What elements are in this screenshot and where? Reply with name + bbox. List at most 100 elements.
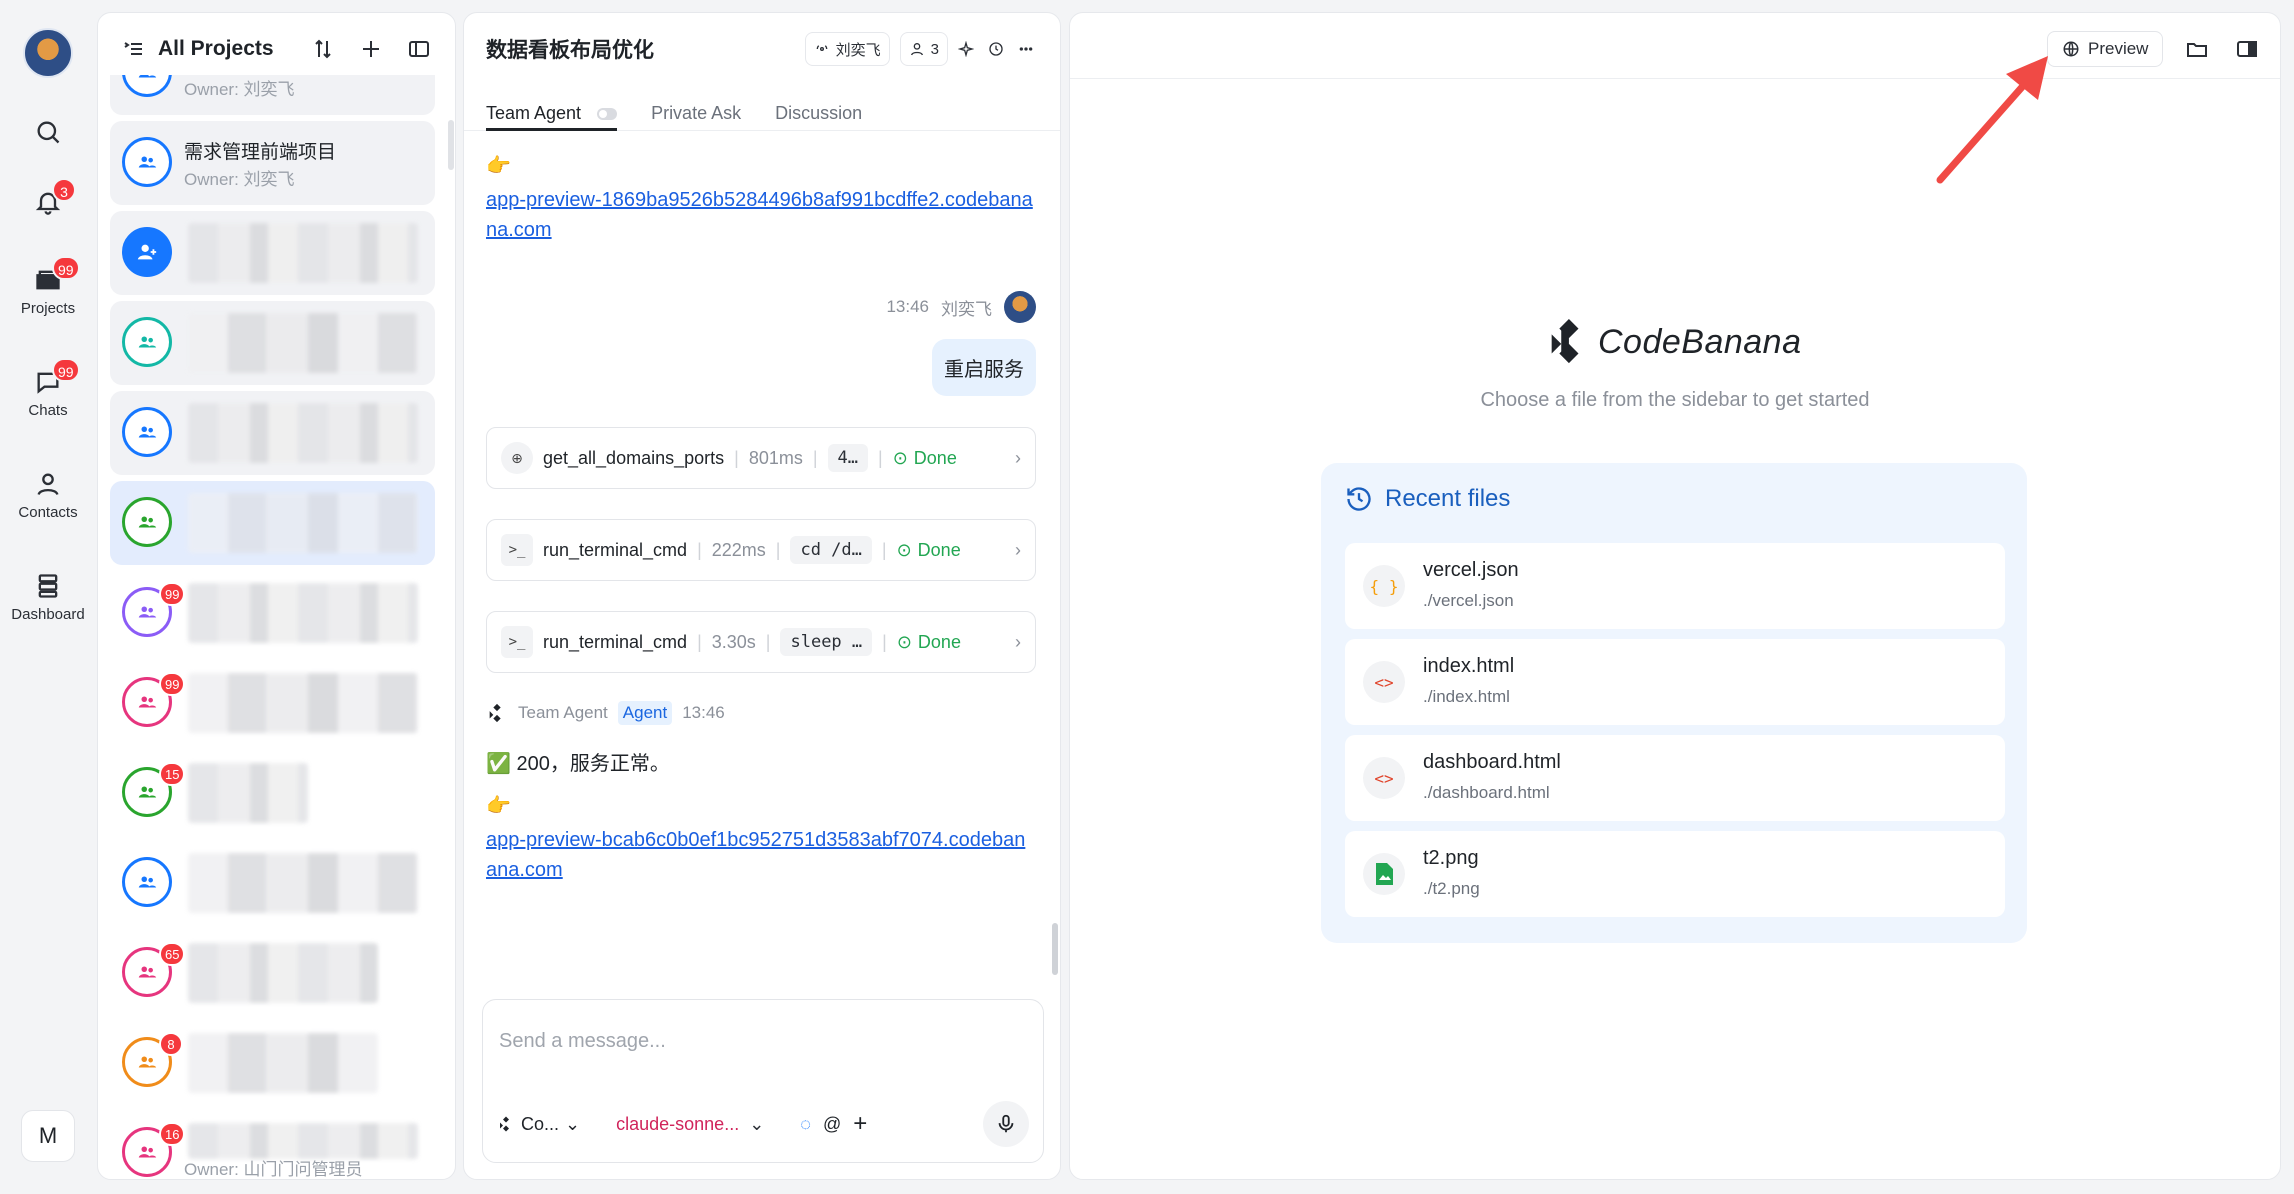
user-avatar[interactable] xyxy=(23,28,73,78)
recent-file-item[interactable]: <> dashboard.html ./dashboard.html xyxy=(1345,735,2005,821)
projects-scrollbar[interactable] xyxy=(448,120,454,170)
group-icon xyxy=(122,137,172,187)
file-name: vercel.json xyxy=(1423,559,1519,581)
tool-call-card[interactable]: >_ run_terminal_cmd | 3.30s | sleep … | … xyxy=(486,611,1036,673)
mention-icon[interactable]: @ xyxy=(823,1114,841,1135)
chat-scrollbar[interactable] xyxy=(1052,923,1058,975)
project-item[interactable]: 8 xyxy=(110,1021,435,1105)
chevron-down-icon: ⌄ xyxy=(565,1113,581,1134)
model-select[interactable]: claude-sonne... ⌄ xyxy=(616,1114,764,1135)
codebanana-logo-icon xyxy=(1551,319,1579,364)
rail-search[interactable] xyxy=(0,118,96,146)
owner-pill[interactable]: 刘奕飞 xyxy=(804,32,890,66)
file-path: ./t2.png xyxy=(1423,879,1480,898)
agent-message-text: ✅ 200，服务正常。 xyxy=(486,753,670,775)
sparkle-button[interactable] xyxy=(954,32,978,66)
chevron-right-icon[interactable]: › xyxy=(1015,448,1021,469)
divider: | xyxy=(697,631,702,652)
rail-contacts[interactable]: Contacts xyxy=(0,470,96,521)
sort-icon[interactable] xyxy=(311,37,335,61)
layers-icon xyxy=(38,574,58,598)
more-icon xyxy=(1019,47,1033,51)
recent-files-header: Recent files xyxy=(1345,485,1510,513)
project-item-selected[interactable] xyxy=(110,481,435,565)
project-item[interactable]: 16 Owner: 山门门问管理员 xyxy=(110,1111,435,1179)
redacted-content xyxy=(188,313,418,373)
panel-toggle-icon[interactable] xyxy=(2235,37,2259,61)
preview-label: Preview xyxy=(2088,39,2149,58)
project-item[interactable]: 99 xyxy=(110,661,435,745)
annotation-arrow xyxy=(1936,56,2048,184)
rail-label-projects: Projects xyxy=(20,300,76,317)
group-icon: 65 xyxy=(122,942,186,997)
sparkle-icon xyxy=(958,41,974,57)
project-item[interactable] xyxy=(110,841,435,925)
tool-argument: sleep … xyxy=(780,628,873,656)
tab-team-agent[interactable]: Team Agent xyxy=(486,85,618,131)
group-icon: 16 xyxy=(122,1122,186,1177)
status-label: Done xyxy=(917,631,961,652)
tab-private-ask[interactable]: Private Ask xyxy=(651,85,741,130)
message-composer[interactable]: Send a message... Co... ⌄ claude-sonne..… xyxy=(482,999,1044,1163)
add-icon[interactable] xyxy=(359,37,383,61)
team-agent-toggle[interactable] xyxy=(597,108,618,120)
mic-button[interactable] xyxy=(983,1101,1029,1147)
redacted-content xyxy=(188,673,418,733)
project-owner: Owner: 刘奕飞 xyxy=(184,170,295,189)
project-item[interactable] xyxy=(110,391,435,475)
project-item[interactable]: Owner: 刘奕飞 xyxy=(110,75,435,115)
folder-open-icon[interactable] xyxy=(2185,37,2209,61)
divider: | xyxy=(878,447,883,468)
rail-notifications[interactable]: 3 xyxy=(0,178,96,216)
list-filter-icon[interactable] xyxy=(122,37,146,61)
check-circle-icon: ⊙ xyxy=(896,539,912,560)
preview-link[interactable]: app-preview-1869ba9526b5284496b8af991bcd… xyxy=(486,185,1036,245)
project-name: 需求管理前端项目 xyxy=(184,142,337,163)
chevron-right-icon[interactable]: › xyxy=(1015,540,1021,561)
recent-file-item[interactable]: { } vercel.json ./vercel.json xyxy=(1345,543,2005,629)
tab-discussion[interactable]: Discussion xyxy=(775,85,862,130)
globe-icon: ⊕ xyxy=(501,442,533,474)
file-viewer-panel: Preview CodeBanana Choose a file from th… xyxy=(1069,12,2281,1180)
preview-button[interactable]: Preview xyxy=(2047,31,2164,67)
sidebar-toggle-icon[interactable] xyxy=(407,37,431,61)
members-pill[interactable]: 3 xyxy=(899,32,948,66)
empty-state-hint: Choose a file from the sidebar to get st… xyxy=(1480,389,1870,411)
redacted-content xyxy=(188,1123,418,1159)
file-name: dashboard.html xyxy=(1423,751,1561,773)
rail-chats[interactable]: 99 Chats xyxy=(0,358,96,419)
workspace-button[interactable]: M xyxy=(21,1110,75,1162)
project-item[interactable]: 99 xyxy=(110,571,435,655)
recent-file-item[interactable]: <> index.html ./index.html xyxy=(1345,639,2005,725)
project-item[interactable]: 需求管理前端项目 Owner: 刘奕飞 xyxy=(110,121,435,205)
chat-tabs: Team Agent Private Ask Discussion xyxy=(464,85,1060,131)
redacted-content xyxy=(188,943,378,1003)
history-button[interactable] xyxy=(984,32,1008,66)
recent-file-item[interactable]: t2.png ./t2.png xyxy=(1345,831,2005,917)
rail-dashboard[interactable]: Dashboard xyxy=(0,572,96,623)
message-input[interactable]: Send a message... xyxy=(499,1030,666,1053)
members-count: 3 xyxy=(930,40,939,58)
project-item[interactable]: 65 xyxy=(110,931,435,1015)
redacted-content xyxy=(188,223,418,283)
unread-badge: 8 xyxy=(159,1032,183,1056)
tool-call-card[interactable]: >_ run_terminal_cmd | 222ms | cd /d… | ⊙… xyxy=(486,519,1036,581)
rail-projects[interactable]: 99 Projects xyxy=(0,256,96,317)
status-label: Done xyxy=(917,539,961,560)
preview-link[interactable]: app-preview-bcab6c0b0ef1bc952751d3583abf… xyxy=(486,825,1036,885)
tool-call-card[interactable]: ⊕ get_all_domains_ports | 801ms | 4… | ⊙… xyxy=(486,427,1036,489)
message-time: 13:46 xyxy=(886,297,929,316)
tool-argument: 4… xyxy=(827,444,869,472)
project-item[interactable] xyxy=(110,301,435,385)
plus-icon[interactable]: + xyxy=(853,1110,867,1138)
chevron-right-icon[interactable]: › xyxy=(1015,632,1021,653)
divider: | xyxy=(882,631,887,652)
agent-select[interactable]: Co... ⌄ xyxy=(497,1114,580,1135)
unread-badge: 16 xyxy=(159,1122,186,1146)
project-item[interactable] xyxy=(110,211,435,295)
project-item[interactable]: 15 xyxy=(110,751,435,835)
search-icon xyxy=(37,121,60,144)
more-button[interactable] xyxy=(1014,32,1038,66)
redacted-content xyxy=(188,403,418,463)
message-author: 刘奕飞 xyxy=(941,299,992,319)
